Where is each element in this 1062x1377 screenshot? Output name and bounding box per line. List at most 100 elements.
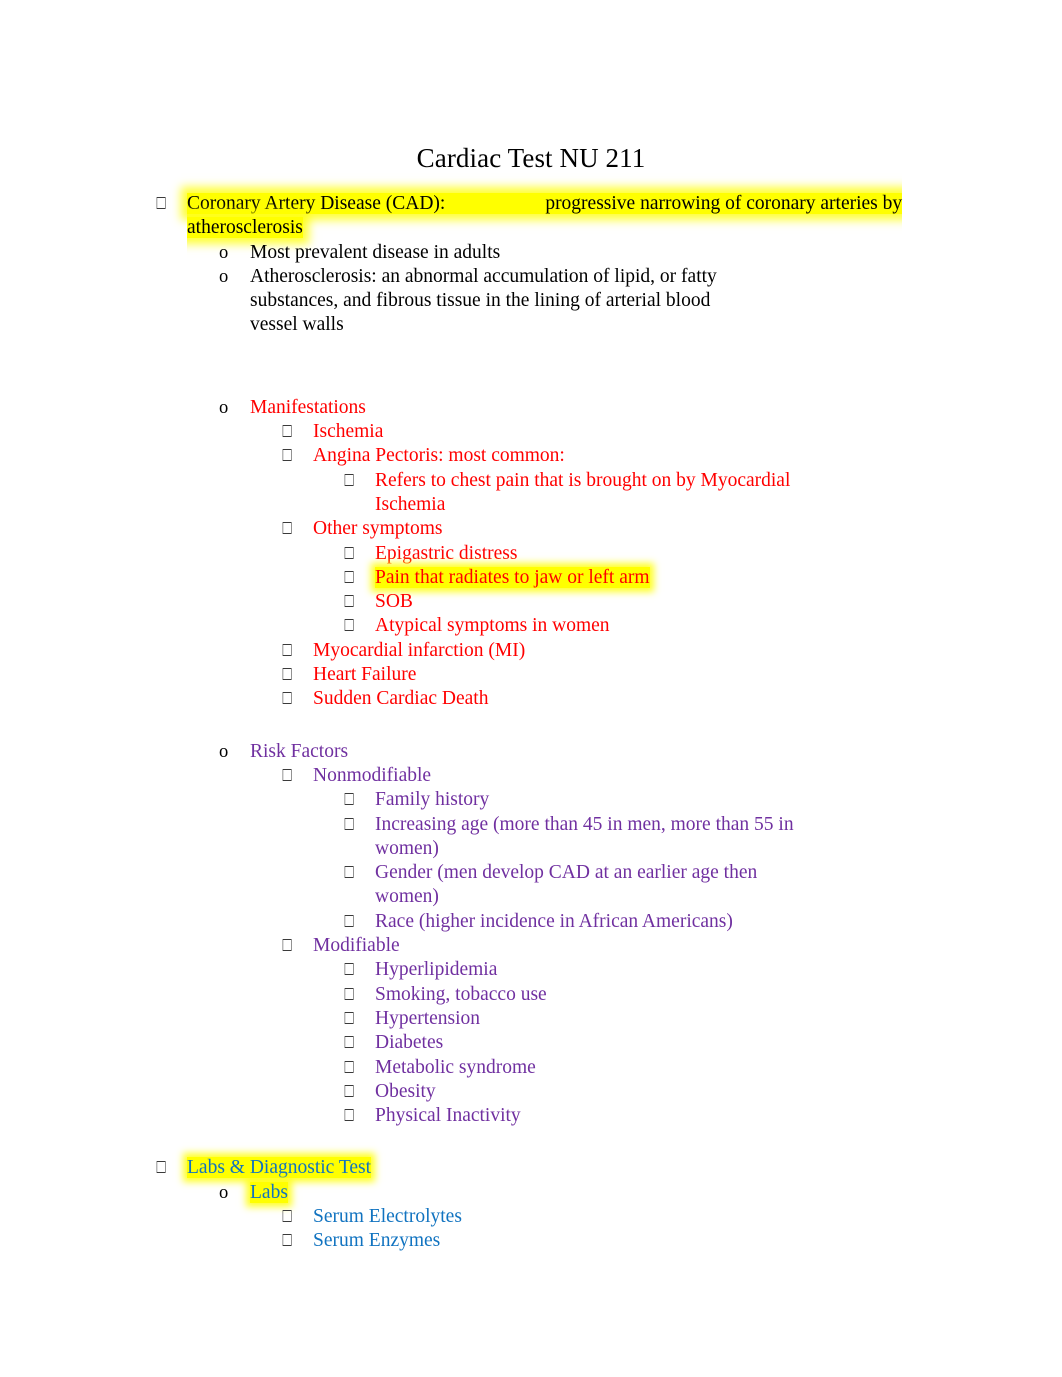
list-item-nonmodifiable-2: ⎕ Gender (men develop CAD at an earlier … bbox=[0, 861, 1062, 910]
list-item-modifiable-3: ⎕ Diabetes bbox=[0, 1031, 1062, 1055]
square-bullet-icon: ⎕ bbox=[282, 1231, 293, 1251]
labs-heading-highlight: Labs & Diagnostic Test bbox=[187, 1157, 372, 1179]
square-bullet-icon: ⎕ bbox=[344, 814, 355, 834]
list-item-labs-0: ⎕ Serum Electrolytes bbox=[0, 1205, 1062, 1229]
list-item-nonmodifiable-heading: ⎕ Nonmodifiable bbox=[0, 764, 1062, 788]
list-item-other-symptom-3: ⎕ Atypical symptoms in women bbox=[0, 614, 1062, 638]
circle-bullet-icon: o bbox=[219, 266, 229, 287]
list-item-heart-failure: ⎕ Heart Failure bbox=[0, 663, 1062, 687]
modifiable-4-text: Metabolic syndrome bbox=[375, 1056, 536, 1078]
other-symptoms-text: Other symptoms bbox=[313, 518, 443, 540]
list-item-manifestations-heading: o Manifestations bbox=[0, 396, 1062, 420]
list-item-modifiable-0: ⎕ Hyperlipidemia bbox=[0, 958, 1062, 982]
square-bullet-icon: ⎕ bbox=[344, 592, 355, 612]
other-symptom-1-text: Pain that radiates to jaw or left arm bbox=[375, 566, 822, 590]
ischemia-text: Ischemia bbox=[313, 421, 384, 443]
square-bullet-icon: ⎕ bbox=[344, 984, 355, 1004]
square-bullet-icon: ⎕ bbox=[344, 1033, 355, 1053]
cad-heading-part1: Coronary Artery Disease (CAD): bbox=[187, 193, 446, 214]
circle-bullet-icon: o bbox=[219, 242, 229, 263]
list-item-other-symptom-1: ⎕ Pain that radiates to jaw or left arm bbox=[0, 566, 1062, 590]
list-item-angina-detail: ⎕ Refers to chest pain that is brought o… bbox=[0, 469, 1062, 518]
list-item-labs-1: ⎕ Serum Enzymes bbox=[0, 1229, 1062, 1253]
circle-bullet-icon: o bbox=[219, 741, 229, 762]
list-item-modifiable-5: ⎕ Obesity bbox=[0, 1080, 1062, 1104]
cad-heading-text: Coronary Artery Disease (CAD): progressiv… bbox=[187, 192, 949, 241]
nonmodifiable-3-text: Race (higher incidence in African Americ… bbox=[375, 910, 733, 932]
square-bullet-icon: ⎕ bbox=[344, 567, 355, 587]
list-item-labs-subheading: o Labs bbox=[0, 1181, 1062, 1205]
list-item-cad-0: o Most prevalent disease in adults bbox=[0, 241, 1062, 265]
square-bullet-icon: ⎕ bbox=[344, 1057, 355, 1077]
square-bullet-icon: ⎕ bbox=[344, 960, 355, 980]
other-symptom-0-text: Epigastric distress bbox=[375, 542, 518, 564]
cad-item-1-text: Atherosclerosis: an abnormal accumulatio… bbox=[250, 265, 717, 336]
modifiable-2-text: Hypertension bbox=[375, 1007, 481, 1029]
square-bullet-icon: ⎕ bbox=[282, 765, 293, 785]
nonmodifiable-2-text: Gender (men develop CAD at an earlier ag… bbox=[375, 862, 758, 908]
square-bullet-icon: ⎕ bbox=[282, 1206, 293, 1226]
square-bullet-icon: ⎕ bbox=[282, 422, 293, 442]
square-bullet-icon: ⎕ bbox=[344, 616, 355, 636]
square-bullet-icon: ⎕ bbox=[344, 543, 355, 563]
list-item-nonmodifiable-3: ⎕ Race (higher incidence in African Amer… bbox=[0, 910, 1062, 934]
mi-text: Myocardial infarction (MI) bbox=[313, 639, 526, 661]
list-item-modifiable-4: ⎕ Metabolic syndrome bbox=[0, 1056, 1062, 1080]
list-item-cad-heading: ⎕ Coronary Artery Disease (CAD): progress… bbox=[0, 192, 1062, 241]
labs-0-text: Serum Electrolytes bbox=[313, 1205, 462, 1227]
square-bullet-icon: ⎕ bbox=[156, 194, 167, 213]
list-item-modifiable-2: ⎕ Hypertension bbox=[0, 1007, 1062, 1031]
square-bullet-icon: ⎕ bbox=[344, 790, 355, 810]
list-item-mi: ⎕ Myocardial infarction (MI) bbox=[0, 639, 1062, 663]
list-item-other-symptoms: ⎕ Other symptoms bbox=[0, 517, 1062, 541]
cad-item-0-text: Most prevalent disease in adults bbox=[250, 241, 501, 263]
square-bullet-icon: ⎕ bbox=[282, 936, 293, 956]
risk-factors-heading-text: Risk Factors bbox=[250, 740, 349, 762]
list-item-labs-heading: ⎕ Labs & Diagnostic Test bbox=[0, 1156, 1062, 1180]
modifiable-heading-text: Modifiable bbox=[313, 935, 400, 957]
other-symptom-1-highlight: Pain that radiates to jaw or left arm bbox=[375, 566, 650, 588]
nonmodifiable-1-text: Increasing age (more than 45 in men, mor… bbox=[375, 813, 794, 859]
labs-subheading-highlight: Labs bbox=[250, 1181, 288, 1203]
square-bullet-icon: ⎕ bbox=[282, 640, 293, 660]
sudden-cardiac-death-text: Sudden Cardiac Death bbox=[313, 688, 489, 710]
square-bullet-icon: ⎕ bbox=[282, 665, 293, 685]
square-bullet-icon: ⎕ bbox=[344, 470, 355, 490]
modifiable-1-text: Smoking, tobacco use bbox=[375, 983, 547, 1005]
square-bullet-icon: ⎕ bbox=[282, 519, 293, 539]
nonmodifiable-heading-text: Nonmodifiable bbox=[313, 764, 432, 786]
list-item-nonmodifiable-0: ⎕ Family history bbox=[0, 788, 1062, 812]
circle-bullet-icon: o bbox=[219, 1182, 229, 1203]
list-item-modifiable-1: ⎕ Smoking, tobacco use bbox=[0, 983, 1062, 1007]
outline-body: ⎕ Coronary Artery Disease (CAD): progress… bbox=[0, 192, 1062, 1254]
square-bullet-icon: ⎕ bbox=[344, 1008, 355, 1028]
modifiable-0-text: Hyperlipidemia bbox=[375, 959, 498, 981]
list-item-ischemia: ⎕ Ischemia bbox=[0, 420, 1062, 444]
cad-heading-highlight: Coronary Artery Disease (CAD): progressiv… bbox=[187, 193, 903, 239]
list-item-angina: ⎕ Angina Pectoris: most common: bbox=[0, 444, 1062, 468]
modifiable-3-text: Diabetes bbox=[375, 1032, 444, 1054]
square-bullet-icon: ⎕ bbox=[282, 446, 293, 466]
square-bullet-icon: ⎕ bbox=[344, 863, 355, 883]
other-symptom-2-text: SOB bbox=[375, 591, 413, 613]
modifiable-5-text: Obesity bbox=[375, 1080, 436, 1102]
square-bullet-icon: ⎕ bbox=[344, 911, 355, 931]
square-bullet-icon: ⎕ bbox=[344, 1081, 355, 1101]
list-item-cad-1: o Atherosclerosis: an abnormal accumulat… bbox=[0, 265, 1062, 338]
labs-subheading-text: Labs bbox=[250, 1181, 750, 1205]
angina-detail-text: Refers to chest pain that is brought on … bbox=[375, 469, 791, 515]
labs-heading-text: Labs & Diagnostic Test bbox=[187, 1156, 949, 1180]
modifiable-6-text: Physical Inactivity bbox=[375, 1105, 521, 1127]
square-bullet-icon: ⎕ bbox=[156, 1158, 167, 1178]
nonmodifiable-0-text: Family history bbox=[375, 789, 490, 811]
other-symptom-3-text: Atypical symptoms in women bbox=[375, 615, 610, 637]
list-item-nonmodifiable-1: ⎕ Increasing age (more than 45 in men, m… bbox=[0, 813, 1062, 862]
square-bullet-icon: ⎕ bbox=[282, 689, 293, 709]
document-page: Cardiac Test NU 211 ⎕ Coronary Artery Di… bbox=[0, 0, 1062, 1377]
manifestations-heading-text: Manifestations bbox=[250, 396, 366, 418]
list-item-risk-factors-heading: o Risk Factors bbox=[0, 740, 1062, 764]
list-item-modifiable-6: ⎕ Physical Inactivity bbox=[0, 1104, 1062, 1128]
